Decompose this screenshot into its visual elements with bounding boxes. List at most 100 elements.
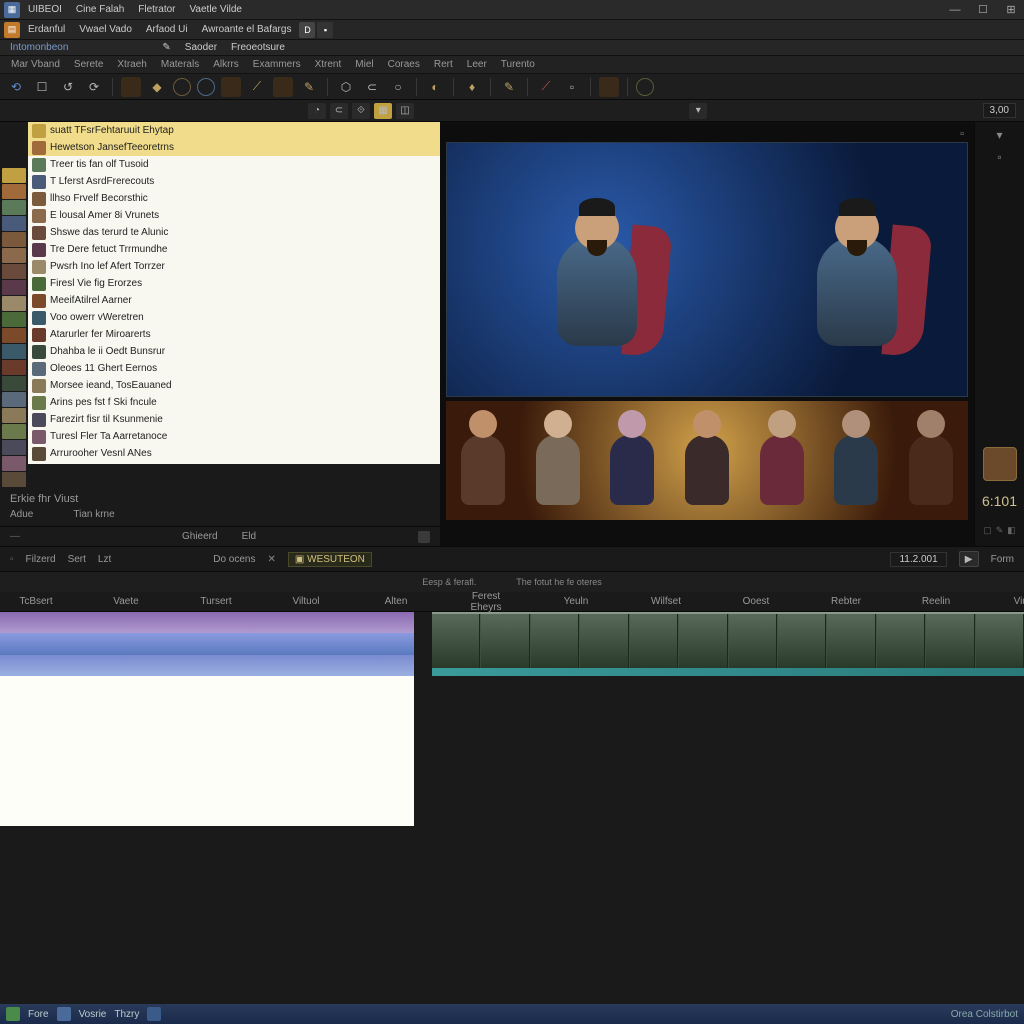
minimize-icon[interactable]: — [946,3,964,17]
thumbnail[interactable] [2,184,26,199]
thumbnail[interactable] [2,472,26,487]
sub-menu-item[interactable]: ✎ [156,40,176,55]
tool-icon[interactable] [599,77,619,97]
transport-label[interactable]: Lzt [98,554,111,565]
tool-icon[interactable]: ♦ [462,77,482,97]
tool-icon[interactable]: ⬡ [336,77,356,97]
menu-item[interactable]: UIBEOI [22,2,68,17]
subnav-item[interactable]: Materals [156,59,204,70]
tool-icon[interactable]: ○ [388,77,408,97]
timeline-col[interactable]: Yeuln [546,596,606,607]
menu-item[interactable]: Awroante el Bafargs [196,22,298,37]
tree-item[interactable]: Tre Dere fetuct Trrmundhe [28,241,440,258]
mode-indicator[interactable]: ▣ WESUTEON [288,552,372,567]
tree-item[interactable]: Hewetson JansefTeeoretrns [28,139,440,156]
tree-item[interactable]: T Lferst AsrdFrerecouts [28,173,440,190]
subnav-item[interactable]: Exammers [248,59,306,70]
tool-icon[interactable]: ↺ [58,77,78,97]
mode-label[interactable]: Intomonbeon [4,40,74,55]
timeline-col[interactable]: Rebter [816,596,876,607]
tree-item[interactable]: Arins pes fst f Ski fncule [28,394,440,411]
thumbnail[interactable] [2,264,26,279]
sub-menu-item[interactable]: Freoeotsure [225,40,291,55]
timeline-col[interactable]: Alten [366,596,426,607]
tree-item[interactable]: Morsee ieand, TosEauaned [28,377,440,394]
tool-icon[interactable]: ▫ [562,77,582,97]
thumbnail[interactable] [2,360,26,375]
tool-icon[interactable]: ⟲ [6,77,26,97]
thumbnail[interactable] [2,440,26,455]
settings-icon[interactable]: ⊞ [1002,3,1020,17]
tree-item[interactable]: MeeifAtilrel Aarner [28,292,440,309]
strip-icon[interactable]: ⊂ [330,103,348,119]
timeline-col[interactable]: TcBsert [6,596,66,607]
tool-icon[interactable]: ☐ [32,77,52,97]
transport-label[interactable]: Filzerd [26,554,56,565]
timecode-display[interactable]: 11.2.001 [890,552,946,567]
asset-icon[interactable] [221,77,241,97]
file-icon[interactable]: ▤ [4,22,20,38]
tool-icon[interactable]: ⟋ [536,77,556,97]
menu-item[interactable]: Vwael Vado [73,22,138,37]
collapse-icon[interactable]: ▫ [960,128,964,140]
timeline-col[interactable]: Ooest [726,596,786,607]
subnav-item[interactable]: Alkrrs [208,59,244,70]
taskbar-item[interactable]: Vosrie [79,1009,107,1020]
gutter-icon[interactable]: ▫ [993,150,1007,164]
thumbnail[interactable] [2,232,26,247]
thumbnail[interactable] [2,344,26,359]
tree-item[interactable]: Oleoes 11 Ghert Eernos [28,360,440,377]
tree-item[interactable]: E lousal Amer 8i Vrunets [28,207,440,224]
thumbnail[interactable] [2,248,26,263]
thumbnail[interactable] [2,312,26,327]
gutter-icon[interactable]: ▾ [993,128,1007,142]
thumbnail[interactable] [2,280,26,295]
tree-item[interactable]: Pwsrh Ino lef Afert Torrzer [28,258,440,275]
menu-item[interactable]: Fletrator [132,2,181,17]
preview-main[interactable] [446,142,968,397]
mini-controls[interactable]: ▢✎◧ [983,525,1016,536]
tree-item[interactable]: Dhahba le ii Oedt Bunsrur [28,343,440,360]
asset-icon[interactable] [273,77,293,97]
asset-tree[interactable]: suatt TFsrFehtaruuit EhytapHewetson Jans… [28,122,440,464]
grid-icon[interactable] [418,531,430,543]
tool-icon[interactable]: ✎ [499,77,519,97]
timeline-col[interactable]: Wilfset [636,596,696,607]
asset-icon[interactable] [173,78,191,96]
timeline-col[interactable]: Tursert [186,596,246,607]
strip-icon[interactable]: ▦ [374,103,392,119]
tool-icon[interactable]: ⊂ [362,77,382,97]
tree-item[interactable]: suatt TFsrFehtaruuit Ehytap [28,122,440,139]
subnav-item[interactable]: Xtraeh [112,59,151,70]
mode-icon-alt[interactable]: ▪ [317,22,333,38]
mode-icon[interactable]: D [299,22,315,38]
tree-item[interactable]: Firesl Vie fig Erorzes [28,275,440,292]
timeline-col[interactable]: ViuOt [996,596,1024,607]
subnav-item[interactable]: Serete [69,59,108,70]
menu-item[interactable]: Vaetle Vilde [184,2,248,17]
video-clip-strip[interactable] [432,614,1024,668]
dropdown-icon[interactable]: ▾ [689,103,707,119]
thumbnail[interactable] [2,216,26,231]
track-left[interactable] [0,612,414,676]
thumbnail[interactable] [2,296,26,311]
timeline-tracks[interactable] [0,612,1024,676]
tool-icon[interactable]: ◐ [425,77,445,97]
taskbar-icon[interactable] [147,1007,161,1021]
tree-item[interactable]: llhso Frvelf Becorsthic [28,190,440,207]
taskbar-icon[interactable] [57,1007,71,1021]
asset-icon[interactable] [197,78,215,96]
thumbnail[interactable] [2,424,26,439]
track-right[interactable] [432,612,1024,676]
strip-icon[interactable]: ⟐ [352,103,370,119]
subnav-item[interactable]: Xtrent [310,59,347,70]
asset-icon[interactable]: ⟋ [247,77,267,97]
close-icon[interactable]: ✕ [268,554,276,565]
menu-item[interactable]: Erdanful [22,22,71,37]
thumbnail[interactable] [2,376,26,391]
menu-item[interactable]: Cine Falah [70,2,130,17]
app-icon[interactable]: ▦ [4,2,20,18]
subnav-item[interactable]: Mar Vband [6,59,65,70]
zoom-value[interactable]: 3,00 [983,103,1016,118]
track-clip[interactable] [0,612,414,633]
